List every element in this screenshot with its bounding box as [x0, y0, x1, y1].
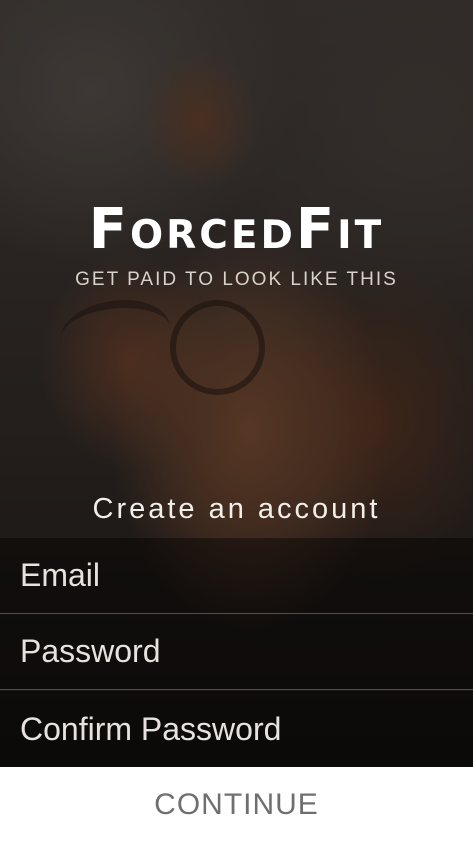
confirm-password-field[interactable]: [0, 691, 473, 767]
app-tagline: GET PAID TO LOOK LIKE THIS: [75, 269, 398, 290]
app-logo: ForcedFit: [88, 197, 385, 262]
continue-button[interactable]: CONTINUE: [0, 767, 473, 843]
signup-screen: ForcedFit GET PAID TO LOOK LIKE THIS Cre…: [0, 0, 473, 843]
form-heading: Create an account: [92, 493, 381, 525]
email-field-row: [0, 538, 473, 614]
confirm-password-field-row: [0, 691, 473, 767]
password-field-row: [0, 614, 473, 690]
password-field[interactable]: [0, 614, 473, 689]
email-field[interactable]: [0, 538, 473, 613]
